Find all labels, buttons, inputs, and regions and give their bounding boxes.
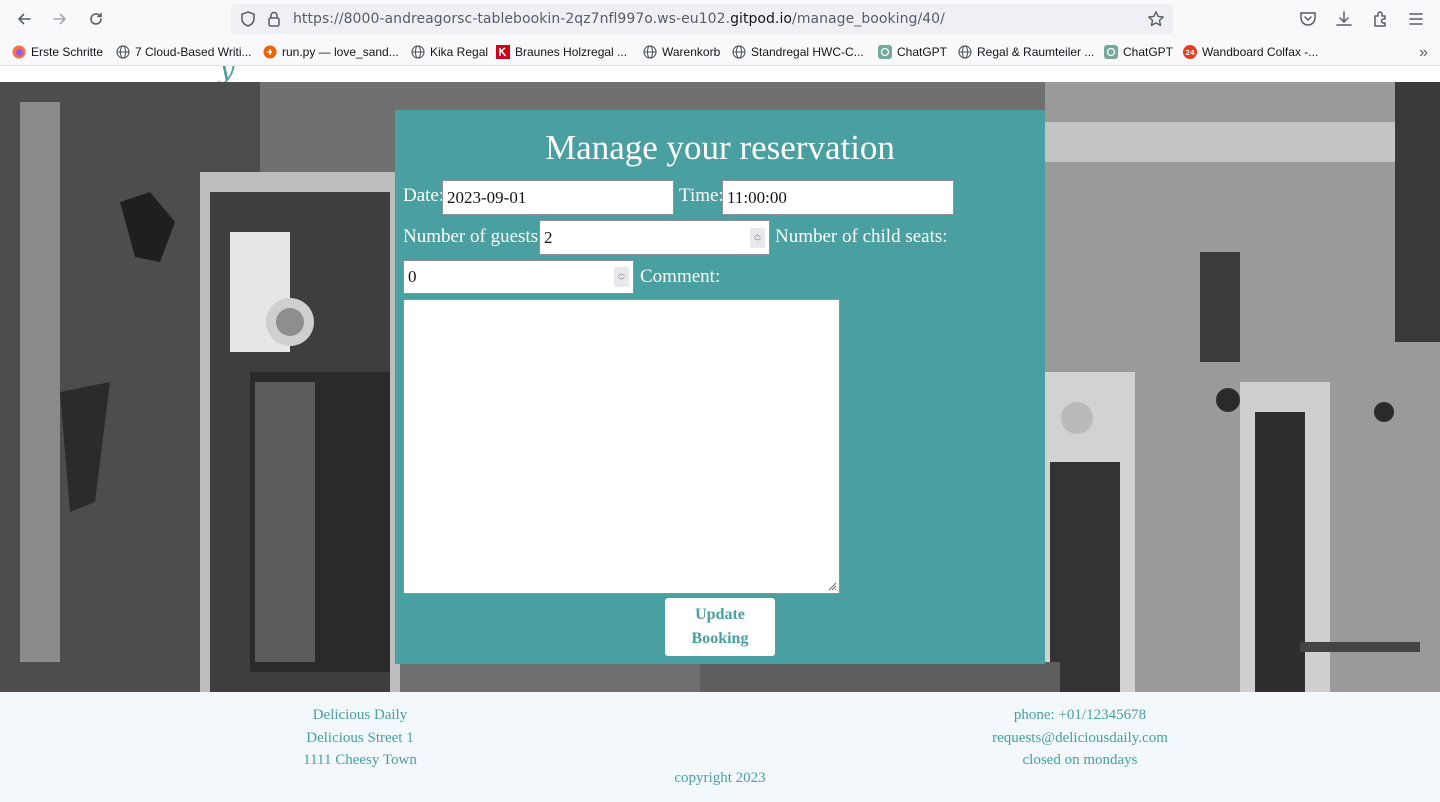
tracking-shield-icon[interactable]	[239, 10, 257, 28]
page-title: Manage your reservation	[545, 128, 895, 167]
bookmark-item[interactable]: Braunes Holzregal ...	[496, 43, 627, 61]
lock-icon[interactable]	[265, 10, 283, 28]
bookmark-label: Regal & Raumteiler ...	[977, 45, 1095, 59]
comment-textarea[interactable]	[403, 299, 840, 594]
bookmark-label: Wandboard Colfax -...	[1202, 45, 1319, 59]
pocket-icon[interactable]	[1298, 9, 1318, 29]
extensions-icon[interactable]	[1371, 9, 1391, 29]
bookmark-item[interactable]: ChatGPT	[1104, 43, 1173, 61]
globe-icon	[643, 45, 657, 59]
bookmark-item[interactable]: Regal & Raumteiler ...	[958, 43, 1094, 61]
bookmark-label: ChatGPT	[1123, 45, 1174, 59]
footer-line: 1111 Cheesy Town	[303, 752, 417, 768]
24-brand-icon: 24	[1183, 45, 1197, 59]
bookmark-label: Warenkorb	[662, 45, 721, 59]
url-path: /manage_booking/40/	[792, 11, 945, 27]
globe-icon	[732, 45, 746, 59]
bookmark-label: 7 Cloud-Based Writi...	[135, 45, 252, 59]
date-label: Date:	[403, 185, 445, 206]
bookmark-label: Erste Schritte	[31, 45, 104, 59]
bookmark-item[interactable]: ChatGPT	[878, 43, 947, 61]
address-bar[interactable]: https://8000-andreagorsc-tablebookin-2qz…	[231, 4, 1173, 34]
resize-grip-icon[interactable]	[827, 581, 837, 591]
svg-text:24: 24	[1185, 49, 1195, 57]
downloads-icon[interactable]	[1334, 9, 1354, 29]
url-prefix: https://8000-andreagorsc-tablebookin-2qz…	[293, 11, 731, 27]
chatgpt-icon	[878, 45, 892, 59]
bookmark-item[interactable]: run.py — love_sand...	[263, 43, 399, 61]
copyright: copyright 2023	[674, 770, 766, 786]
guests-value: 2	[544, 227, 553, 247]
guests-label: Number of guests:	[403, 226, 544, 247]
globe-icon	[958, 45, 972, 59]
time-field[interactable]: 11:00:00	[722, 180, 954, 215]
footer-line: requests@deliciousdaily.com	[992, 729, 1168, 746]
bookmark-label: Standregal HWC-C...	[751, 45, 864, 59]
navbar-strip: y	[0, 66, 1440, 82]
footer: Delicious Daily Delicious Street 1 1111 …	[0, 692, 1440, 802]
browser-toolbar: https://8000-andreagorsc-tablebookin-2qz…	[0, 0, 1440, 38]
child-seats-value: 0	[408, 267, 417, 286]
bookmark-label: Braunes Holzregal ...	[515, 45, 628, 59]
bookmark-item[interactable]: 7 Cloud-Based Writi...	[116, 43, 252, 61]
spinner-icon[interactable]: ︿ ﹀	[750, 227, 765, 248]
time-value: 11:00:00	[727, 187, 787, 207]
k-brand-icon	[496, 45, 510, 59]
menu-hamburger-icon[interactable]	[1406, 9, 1426, 29]
footer-contact: phone: +01/12345678 requests@deliciousda…	[960, 704, 1200, 772]
guests-stepper[interactable]: 2 ︿ ﹀	[539, 220, 770, 255]
replit-icon	[263, 45, 277, 59]
bookmark-star-icon[interactable]	[1147, 10, 1165, 28]
bookmark-label: Kika Regal	[430, 45, 489, 59]
bookmark-label: run.py — love_sand...	[282, 45, 399, 59]
time-label: Time:	[679, 185, 724, 206]
bookmarks-bar: Erste Schritte 7 Cloud-Based Writi... ru…	[0, 38, 1440, 66]
globe-icon	[411, 45, 425, 59]
footer-line: Delicious Daily	[312, 707, 408, 723]
date-field[interactable]: 2023-09-01	[442, 180, 674, 215]
globe-icon	[116, 45, 130, 59]
bookmark-item[interactable]: 24 Wandboard Colfax -...	[1183, 43, 1318, 61]
footer-line: phone: +01/12345678	[1013, 707, 1147, 723]
bookmark-item[interactable]: Standregal HWC-C...	[732, 43, 864, 61]
logo-fragment: y	[219, 66, 235, 82]
date-value: 2023-09-01	[447, 187, 527, 207]
bookmarks-overflow-icon[interactable]: »	[1419, 44, 1428, 62]
child-seats-stepper[interactable]: 0 ︿ ﹀	[403, 260, 634, 294]
bookmark-item[interactable]: Kika Regal	[411, 43, 488, 61]
comment-label: Comment:	[640, 266, 721, 287]
chatgpt-icon	[1104, 45, 1118, 59]
footer-address: Delicious Daily Delicious Street 1 1111 …	[260, 704, 460, 772]
url-text[interactable]: https://8000-andreagorsc-tablebookin-2qz…	[293, 11, 945, 27]
reload-icon[interactable]	[83, 6, 109, 32]
child-seats-label: Number of child seats:	[775, 226, 948, 247]
update-booking-button[interactable]: Update Booking	[665, 598, 775, 656]
footer-line: Delicious Street 1	[306, 729, 414, 746]
spinner-icon[interactable]: ︿ ﹀	[614, 267, 629, 287]
forward-icon[interactable]	[47, 6, 73, 32]
bookmark-item[interactable]: Erste Schritte	[12, 43, 103, 61]
bookmark-item[interactable]: Warenkorb	[643, 43, 720, 61]
back-icon[interactable]	[11, 6, 37, 32]
firefox-icon	[12, 45, 26, 59]
bookmark-label: ChatGPT	[897, 45, 948, 59]
footer-line: closed on mondays	[1022, 752, 1138, 768]
url-host: gitpod.io	[730, 11, 793, 27]
